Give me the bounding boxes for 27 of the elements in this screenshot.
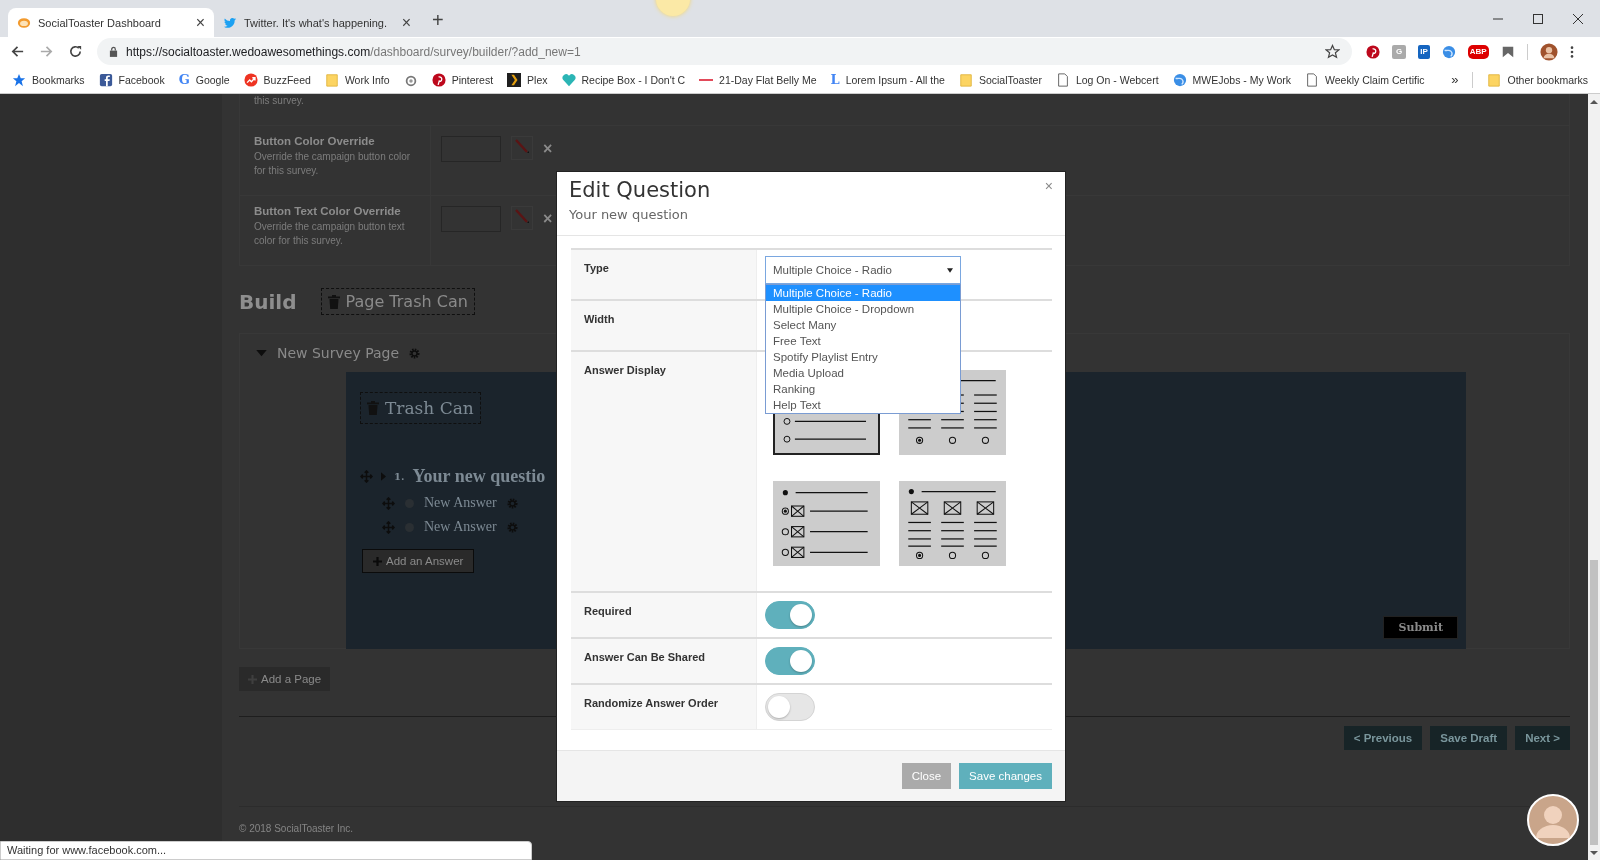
extension-icon: G bbox=[1392, 44, 1407, 59]
question-title: Your new questio bbox=[412, 466, 546, 487]
url-text: https://socialtoaster.wedoawesomethings.com/dashboard/survey/builder/?add_new=1 bbox=[126, 44, 582, 59]
field-label: Width bbox=[584, 313, 615, 325]
setting-label: Button Color Override bbox=[254, 135, 376, 147]
setting-label: Button Text Color Override bbox=[254, 205, 402, 217]
footer-text: © 2018 SocialToaster Inc. bbox=[239, 823, 354, 834]
question-number: 1. bbox=[394, 471, 405, 482]
setting-description: Override the campaign button text color for this survey. bbox=[254, 220, 406, 248]
field-label: Randomize Answer Order bbox=[584, 697, 719, 709]
field-label: Type bbox=[584, 262, 609, 274]
field-label: Required bbox=[584, 605, 632, 617]
dialog-subtitle: Your new question bbox=[569, 207, 689, 222]
answer-text: New Answer bbox=[424, 495, 497, 511]
field-label: Answer Can Be Shared bbox=[584, 651, 706, 663]
page-title: New Survey Page bbox=[277, 345, 400, 361]
extension-icon: ABP bbox=[1467, 44, 1489, 59]
extension-icon: IP bbox=[1418, 44, 1430, 59]
field-label: Answer Display bbox=[584, 364, 666, 376]
setting-description: Override the campaign button color for this survey. bbox=[254, 150, 412, 178]
letter-icon: G bbox=[178, 72, 190, 87]
answer-text: New Answer bbox=[424, 519, 497, 535]
letter-icon: L bbox=[830, 72, 840, 87]
dialog-title: Edit Question bbox=[569, 178, 711, 202]
section-title: Build bbox=[239, 289, 297, 314]
setting-description: this survey. bbox=[254, 94, 304, 108]
status-bar: Waiting for www.facebook.com... bbox=[0, 841, 532, 860]
